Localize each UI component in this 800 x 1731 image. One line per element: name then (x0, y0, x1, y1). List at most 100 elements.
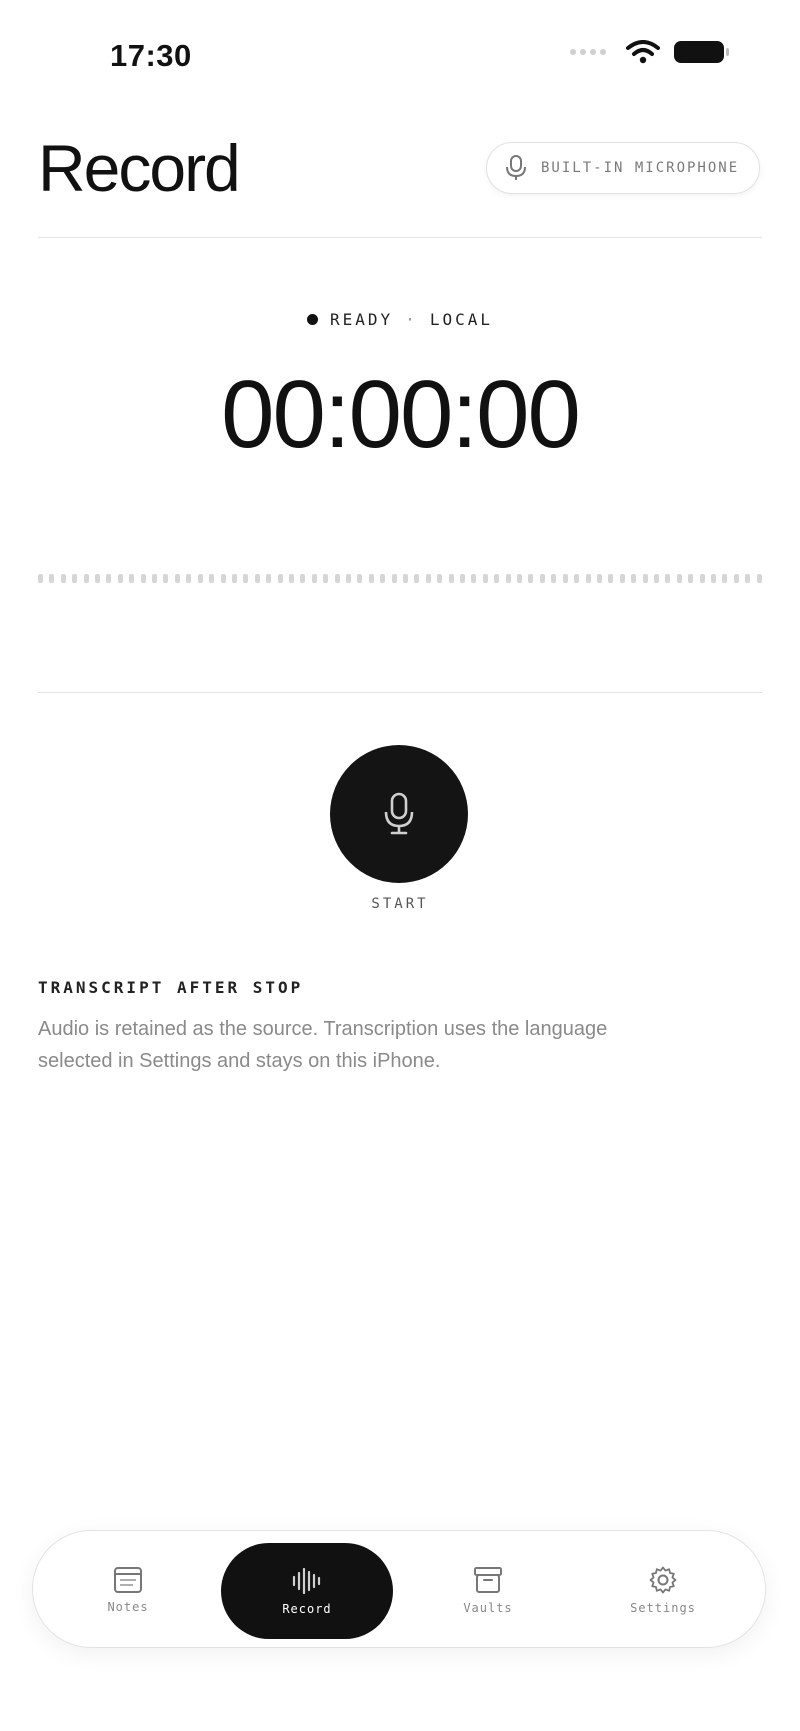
transcript-section-title: TRANSCRIPT AFTER STOP (38, 978, 304, 997)
waveform-bar (345, 573, 351, 583)
waveform-bar (676, 573, 682, 583)
page-title: Record (38, 131, 241, 205)
tab-bar: Notes Record Vaults Settings (32, 1530, 766, 1648)
transcript-info-line: Audio is retained as the source. Transcr… (38, 1018, 608, 1040)
waveform-bar (266, 573, 272, 583)
waveform-bar (174, 573, 180, 583)
waveform-bar (585, 573, 591, 583)
status-separator: · (405, 310, 418, 329)
waveform-bar (437, 573, 443, 583)
waveform-bar (460, 573, 466, 583)
archive-box-icon (474, 1567, 502, 1593)
waveform-bar (152, 573, 158, 583)
waveform-bar (448, 573, 454, 583)
waveform-bar (425, 573, 431, 583)
cellular-signal-icon (570, 49, 606, 55)
waveform-bar (631, 573, 637, 583)
tab-label: Vaults (463, 1601, 513, 1615)
gear-icon (649, 1566, 677, 1594)
waveform-bar (209, 573, 215, 583)
waveform-bar (562, 573, 568, 583)
waveform-bar (494, 573, 500, 583)
tab-settings[interactable]: Settings (603, 1531, 723, 1649)
tab-label: Notes (107, 1600, 149, 1614)
notes-icon (114, 1567, 142, 1593)
status-time: 17:30 (110, 38, 192, 73)
waveform-bar (288, 573, 294, 583)
waveform-bar (619, 573, 625, 583)
waveform-bar (665, 573, 671, 583)
transcript-section-body: Audio is retained as the source. Transcr… (38, 1013, 738, 1077)
waveform-bar (710, 573, 716, 583)
waveform-bar (117, 573, 123, 583)
waveform-bar (471, 573, 477, 583)
waveform-bar (49, 573, 55, 583)
waveform-icon (292, 1567, 321, 1595)
waveform-bar (197, 573, 203, 583)
waveform-bar (311, 573, 317, 583)
waveform-bar (756, 573, 762, 583)
waveform-bar (357, 573, 363, 583)
waveform-bar (83, 573, 89, 583)
waveform-bar (106, 573, 112, 583)
waveform-bar (699, 573, 705, 583)
waveform-meter (38, 572, 762, 584)
tab-record[interactable]: Record (221, 1543, 393, 1639)
waveform-bar (608, 573, 614, 583)
wifi-icon (626, 40, 660, 64)
waveform-bar (243, 573, 249, 583)
waveform-bar (391, 573, 397, 583)
waveform-bar (254, 573, 260, 583)
waveform-bar (551, 573, 557, 583)
waveform-bar (72, 573, 78, 583)
waveform-bar (722, 573, 728, 583)
waveform-bar (642, 573, 648, 583)
waveform-bar (505, 573, 511, 583)
waveform-bar (140, 573, 146, 583)
waveform-bar (323, 573, 329, 583)
waveform-bar (300, 573, 306, 583)
recorder-state: READY (330, 310, 394, 329)
waveform-bar (414, 573, 420, 583)
elapsed-timer: 00:00:00 (221, 361, 581, 468)
input-source-label: BUILT-IN MICROPHONE (541, 160, 740, 176)
waveform-divider (38, 692, 762, 693)
waveform-bar (368, 573, 374, 583)
tab-notes[interactable]: Notes (73, 1531, 183, 1649)
tab-label: Settings (630, 1601, 696, 1615)
microphone-icon (384, 792, 414, 835)
waveform-bar (380, 573, 386, 583)
waveform-bar (574, 573, 580, 583)
start-recording-button[interactable] (330, 745, 468, 883)
recorder-mode: LOCAL (429, 310, 493, 329)
waveform-bar (528, 573, 534, 583)
waveform-bar (653, 573, 659, 583)
transcript-info-line: selected in Settings and stays on this i… (38, 1050, 441, 1072)
waveform-bar (733, 573, 739, 583)
status-dot-icon (307, 314, 318, 325)
tab-vaults[interactable]: Vaults (433, 1531, 543, 1649)
start-label: START (371, 896, 429, 912)
waveform-bar (38, 573, 43, 583)
tab-label: Record (282, 1602, 332, 1616)
waveform-bar (596, 573, 602, 583)
waveform-bar (163, 573, 169, 583)
waveform-bar (129, 573, 135, 583)
waveform-bar (745, 573, 751, 583)
recorder-status: READY · LOCAL (0, 310, 800, 329)
waveform-bar (277, 573, 283, 583)
microphone-icon (506, 155, 526, 180)
waveform-bar (95, 573, 101, 583)
waveform-bar (482, 573, 488, 583)
waveform-bar (334, 573, 340, 583)
input-source-chip[interactable]: BUILT-IN MICROPHONE (486, 142, 760, 194)
waveform-bar (539, 573, 545, 583)
status-bar: 17:30 (0, 0, 800, 110)
header-divider (38, 237, 762, 238)
battery-icon (674, 41, 729, 63)
waveform-bar (60, 573, 66, 583)
waveform-bar (403, 573, 408, 583)
waveform-bar (220, 573, 226, 583)
waveform-bar (517, 573, 523, 583)
waveform-bar (231, 573, 237, 583)
